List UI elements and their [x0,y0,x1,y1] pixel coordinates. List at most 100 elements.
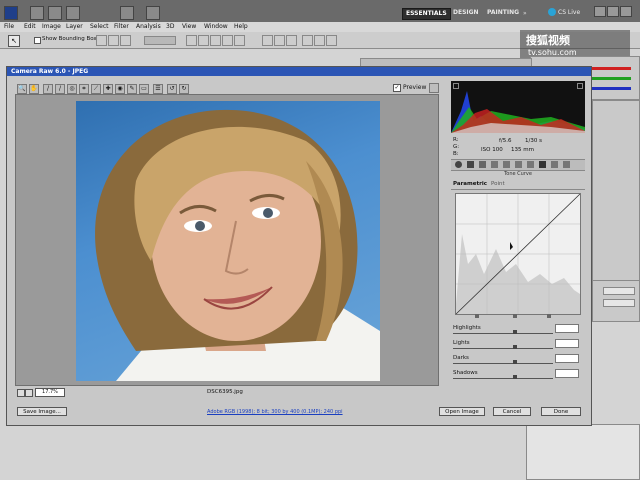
split-handle-shadows[interactable] [475,314,479,318]
lights-slider-track[interactable] [453,348,553,349]
menu-view[interactable]: View [182,23,196,30]
cslive-label[interactable]: CS Live [558,9,580,16]
workspace-design-button[interactable]: DESIGN [450,8,482,18]
align-buttons[interactable] [96,35,176,46]
highlights-slider-track[interactable] [453,333,553,334]
opacity-field[interactable] [603,287,635,295]
bridge-icon[interactable] [30,6,44,20]
done-button[interactable]: Done [541,407,581,416]
darks-value-field[interactable] [555,354,579,363]
portrait-illustration [95,109,380,381]
menu-edit[interactable]: Edit [24,23,36,30]
blue-slider[interactable] [591,87,631,90]
watermark-logo: 搜狐视频 [526,34,570,47]
save-image-button[interactable]: Save Image... [17,407,67,416]
hand-tool-icon[interactable] [120,6,134,20]
split-handle-highlights[interactable] [547,314,551,318]
menu-select[interactable]: Select [90,23,109,30]
show-bounding-box-checkbox[interactable] [34,37,41,44]
workspace-painting-button[interactable]: PAINTING [484,8,522,18]
close-button[interactable] [620,6,632,17]
menu-layer[interactable]: Layer [66,23,83,30]
hand-tool-icon[interactable]: ✋ [29,84,39,94]
preferences-icon[interactable]: ☰ [153,84,163,94]
workspace-essentials-button[interactable]: ESSENTIALS [402,8,451,20]
zoom-out-button[interactable] [17,389,25,397]
curve-tabs: Parametric Point [451,181,585,190]
zoom-in-button[interactable] [25,389,33,397]
zoom-tool-icon[interactable]: 🔍 [17,84,27,94]
shadows-slider-thumb[interactable] [513,375,517,379]
highlights-slider-thumb[interactable] [513,330,517,334]
darks-slider-row: Darks [451,354,579,369]
readout-r-label: R: [453,137,459,143]
lights-value-field[interactable] [555,339,579,348]
red-slider[interactable] [591,67,631,70]
snapshots-tab-icon[interactable] [563,161,570,168]
open-image-button[interactable]: Open Image [439,407,485,416]
distribute-buttons[interactable] [186,35,256,46]
histogram-graph [451,91,585,133]
panel-tab-icons [451,159,585,171]
adjustment-brush-icon[interactable]: ✎ [127,84,137,94]
menu-analysis[interactable]: Analysis [136,23,161,30]
move-tool-icon[interactable]: ↖ [8,35,20,47]
white-balance-tool-icon[interactable]: / [43,84,53,94]
minimize-button[interactable] [594,6,606,17]
split-toning-tab-icon[interactable] [503,161,510,168]
highlight-clipping-warning-icon[interactable] [577,83,583,89]
workspace-menu-icon[interactable]: » [523,10,527,17]
green-slider[interactable] [591,77,631,80]
distribute-horizontal-buttons[interactable] [262,35,372,46]
shadows-slider-track[interactable] [453,378,553,379]
tab-parametric[interactable]: Parametric [453,181,487,187]
tab-point[interactable]: Point [491,181,505,187]
highlights-value-field[interactable] [555,324,579,333]
lens-corrections-tab-icon[interactable] [515,161,522,168]
detail-tab-icon[interactable] [479,161,486,168]
targeted-adjustment-tool-icon[interactable]: ◎ [67,84,77,94]
menu-window[interactable]: Window [204,23,228,30]
camera-calibration-tab-icon[interactable] [539,161,546,168]
menu-filter[interactable]: Filter [114,23,129,30]
presets-tab-icon[interactable] [551,161,558,168]
menu-3d[interactable]: 3D [166,23,174,30]
fullscreen-toggle-icon[interactable] [429,83,439,93]
color-sampler-tool-icon[interactable]: / [55,84,65,94]
red-eye-tool-icon[interactable]: ◉ [115,84,125,94]
graduated-filter-icon[interactable]: ▭ [139,84,149,94]
straighten-tool-icon[interactable]: ⟋ [91,84,101,94]
workflow-options-link[interactable]: Adobe RGB (1998); 8 bit; 300 by 400 (0.1… [207,409,343,415]
darks-slider-track[interactable] [453,363,553,364]
preview-checkbox[interactable]: ✓ [393,84,401,92]
shadows-value-field[interactable] [555,369,579,378]
basic-tab-icon[interactable] [455,161,462,168]
view-extras-icon[interactable] [66,6,80,20]
split-handle-midtones[interactable] [513,314,517,318]
tone-curve-tab-icon[interactable] [467,161,474,168]
tone-curve-graph[interactable] [455,193,581,315]
effects-tab-icon[interactable] [527,161,534,168]
darks-slider-thumb[interactable] [513,360,517,364]
menu-file[interactable]: File [4,23,14,30]
spot-removal-tool-icon[interactable]: ✚ [103,84,113,94]
shadows-label: Shadows [453,370,478,376]
layers-panel-footer-icons[interactable] [535,463,635,471]
minibridge-icon[interactable] [48,6,62,20]
arrange-documents-icon[interactable] [146,6,160,20]
menu-image[interactable]: Image [42,23,61,30]
rotate-left-icon[interactable]: ↺ [167,84,177,94]
crop-tool-icon[interactable]: ⌗ [79,84,89,94]
hsl-tab-icon[interactable] [491,161,498,168]
menu-help[interactable]: Help [234,23,248,30]
cancel-button[interactable]: Cancel [493,407,531,416]
shadow-clipping-warning-icon[interactable] [453,83,459,89]
lens-readout: 135 mm [511,147,534,153]
zoom-level-select[interactable]: 17.7% [35,388,65,397]
fill-field[interactable] [603,299,635,307]
shadows-slider-row: Shadows [451,369,579,384]
image-preview-area[interactable] [15,94,439,386]
maximize-button[interactable] [607,6,619,17]
rotate-right-icon[interactable]: ↻ [179,84,189,94]
lights-slider-thumb[interactable] [513,345,517,349]
